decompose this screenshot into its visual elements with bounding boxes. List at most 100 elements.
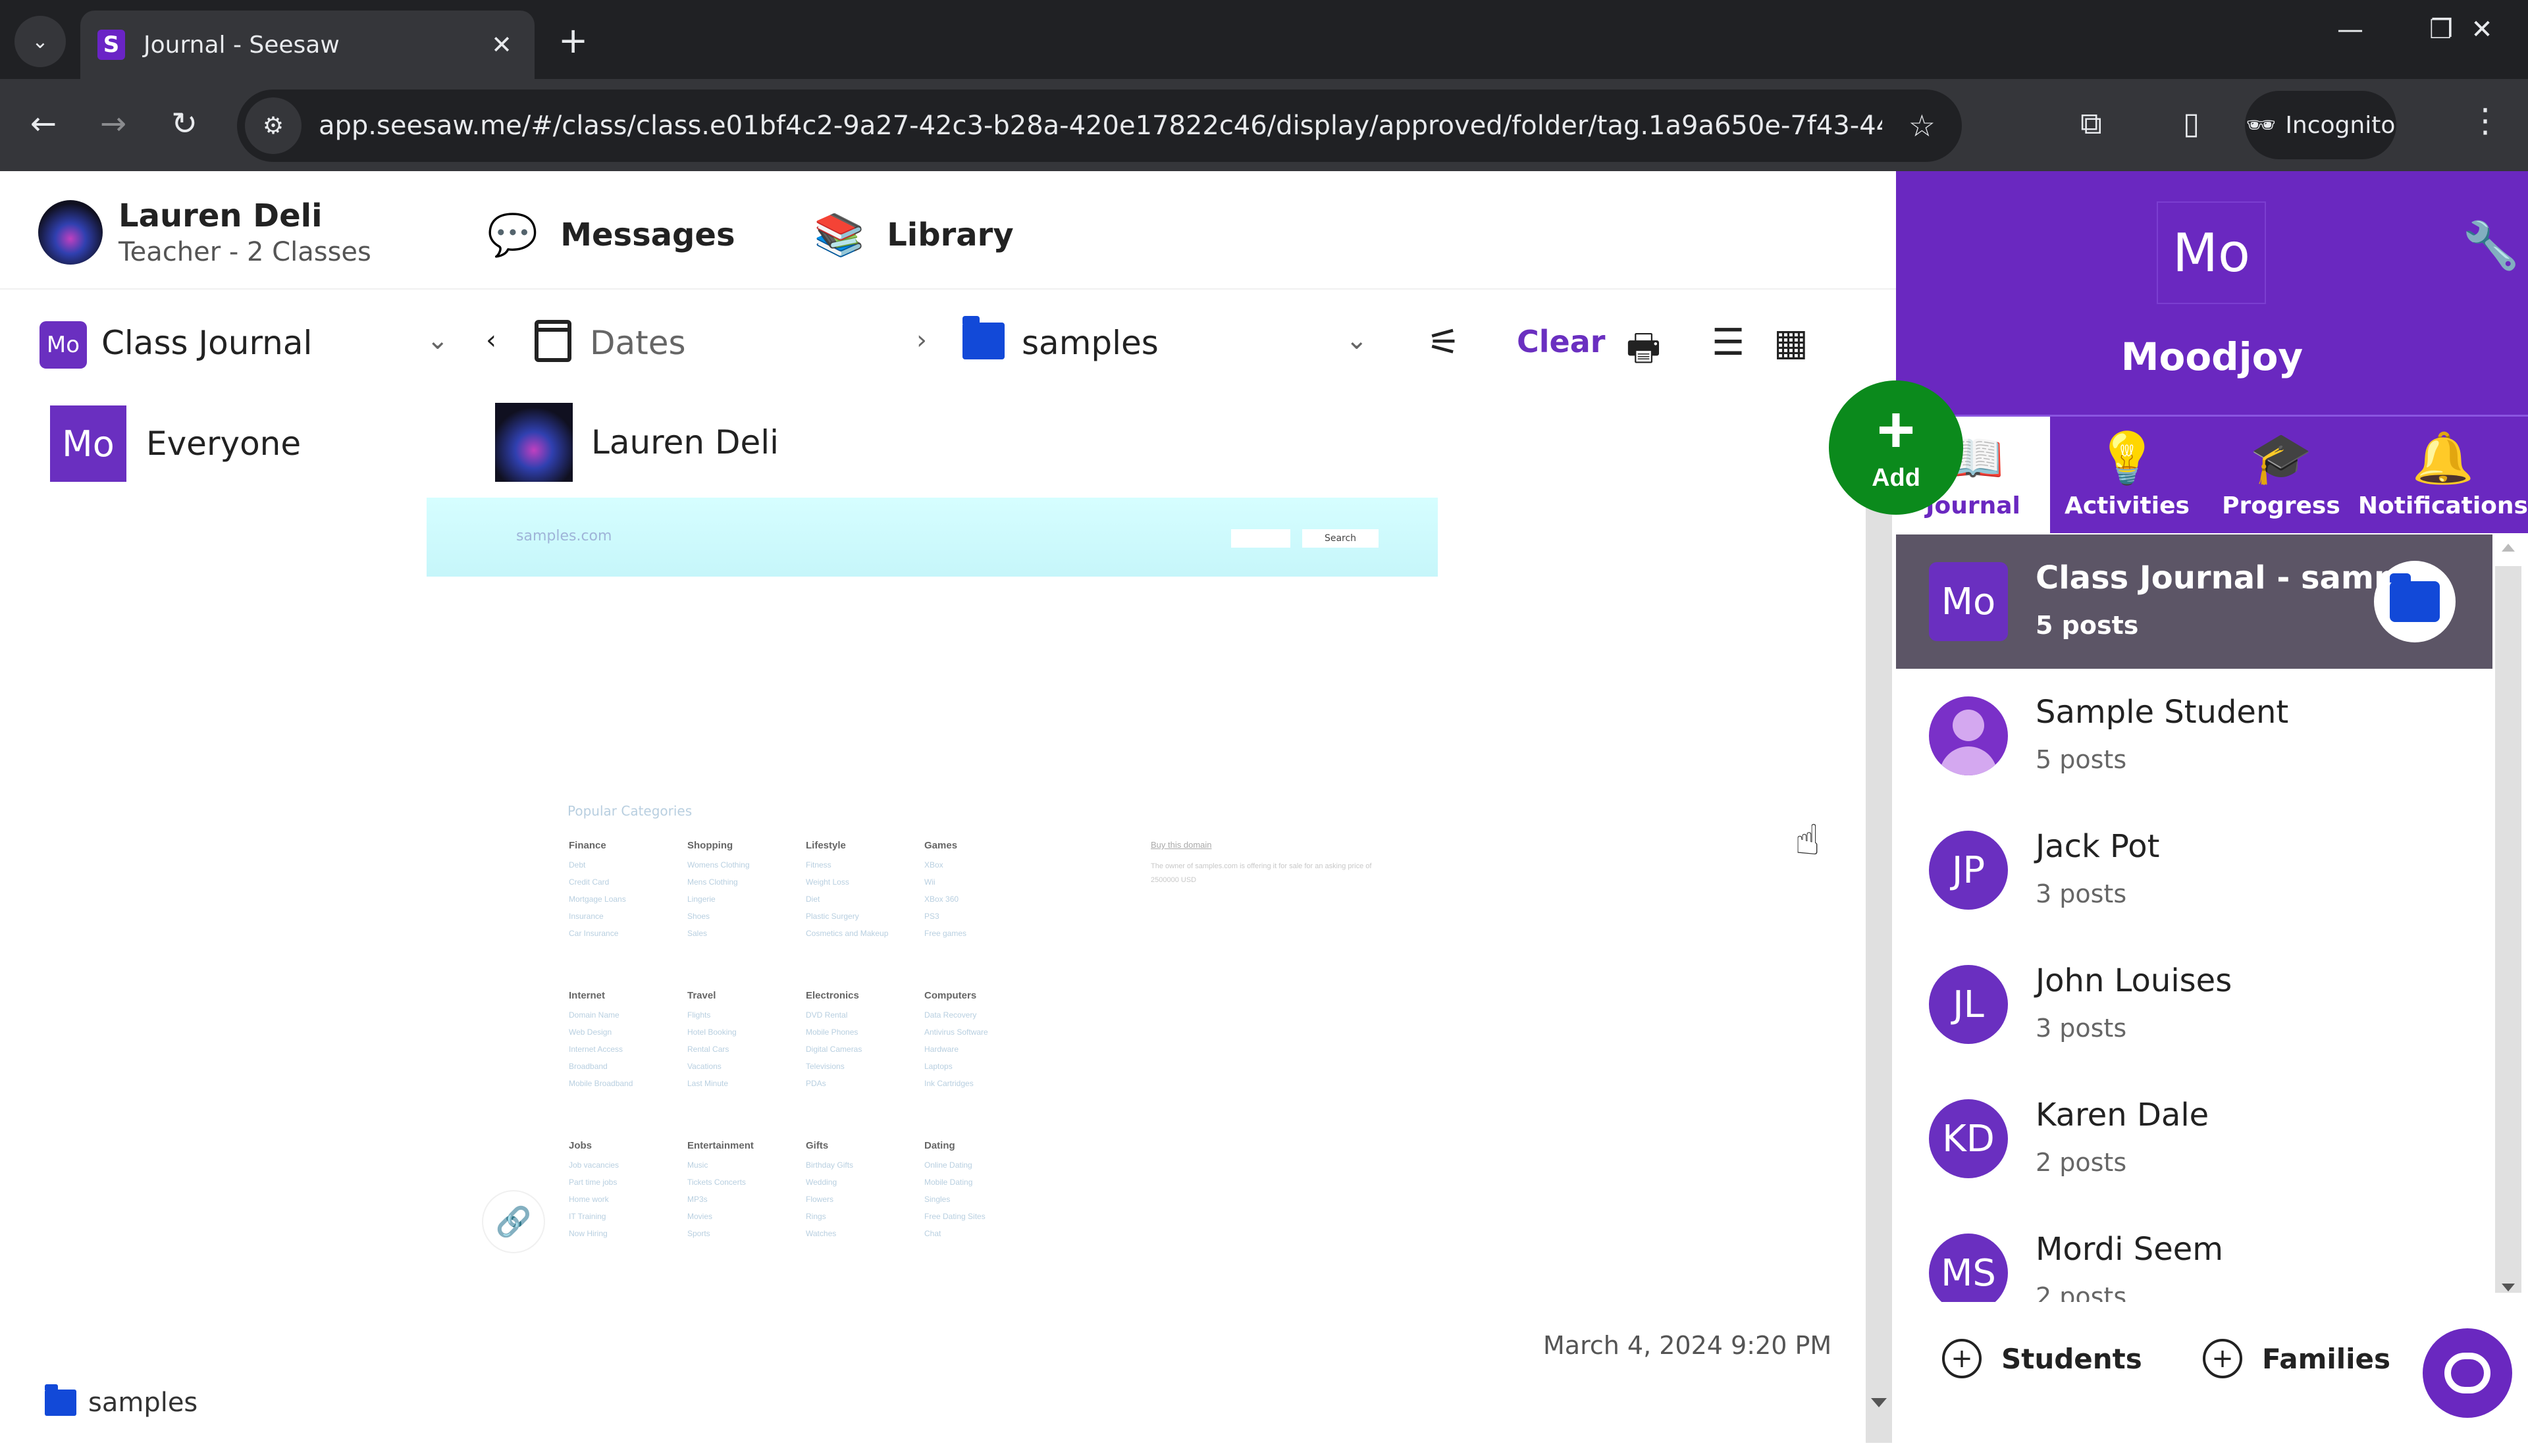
category-link: Data Recovery	[924, 1010, 977, 1020]
help-chat-button[interactable]	[2423, 1328, 2512, 1418]
profile-avatar[interactable]	[38, 200, 103, 265]
add-families-button[interactable]: + Families	[2203, 1339, 2390, 1378]
category-link: Job vacancies	[569, 1160, 619, 1170]
browser-menu-icon[interactable]: ⋮	[2469, 101, 2502, 140]
feed-scrollbar[interactable]	[1866, 421, 1892, 1443]
list-item-class-journal[interactable]: Mo Class Journal - samp 5 posts	[1896, 534, 2492, 669]
category-heading: Lifestyle	[806, 840, 846, 851]
list-item-posts: 5 posts	[2036, 611, 2139, 640]
books-icon: 📚	[814, 211, 865, 259]
bookmark-star-icon[interactable]: ☆	[1909, 108, 1936, 143]
wrench-icon[interactable]: 🔧	[2462, 219, 2519, 273]
category-link: Mens Clothing	[687, 877, 738, 887]
buy-domain-text: The owner of samples.com is offering it …	[1151, 862, 1372, 884]
plus-icon: +	[1876, 392, 1916, 467]
category-link: Web Design	[569, 1027, 612, 1037]
lightbulb-icon: 💡	[2095, 429, 2159, 487]
category-heading: Finance	[569, 840, 606, 851]
extensions-icon[interactable]: ⧉	[2080, 105, 2102, 142]
forward-button[interactable]: →	[92, 105, 134, 142]
class-selector[interactable]: Class Journal	[101, 324, 312, 362]
category-link: Tickets Concerts	[687, 1178, 746, 1187]
list-scroll-up[interactable]	[2502, 544, 2515, 552]
category-link: Diet	[806, 895, 820, 904]
category-link: Flights	[687, 1010, 711, 1020]
tab-close-icon[interactable]: ✕	[486, 30, 517, 59]
chevron-left-icon[interactable]: ‹	[486, 325, 496, 355]
category-link: Mobile Phones	[806, 1027, 858, 1037]
list-item-posts: 3 posts	[2036, 879, 2127, 908]
category-link: Mortgage Loans	[569, 895, 626, 904]
category-column: Lifestyle Fitness Weight Loss Diet Plastic S…	[806, 840, 924, 942]
url-text[interactable]: app.seesaw.me/#/class/class.e01bf4c2-9a2…	[319, 111, 1882, 141]
list-scroll-down[interactable]	[2502, 1284, 2515, 1291]
messages-link[interactable]: 💬 Messages	[487, 211, 735, 259]
category-link: Laptops	[924, 1062, 953, 1071]
tab-search-button[interactable]: ⌄	[14, 16, 66, 67]
category-link: Home work	[569, 1195, 609, 1204]
folder-filter[interactable]: samples	[1022, 324, 1159, 362]
incognito-indicator[interactable]: 🕶 Incognito	[2245, 91, 2396, 159]
category-heading: Electronics	[806, 990, 859, 1001]
chevron-down-icon[interactable]: ⌄	[1346, 325, 1368, 355]
preview-domain: samples.com	[516, 528, 612, 544]
folder-button[interactable]	[2374, 561, 2456, 642]
clear-filters-button[interactable]: Clear	[1517, 324, 1605, 359]
back-button[interactable]: ←	[22, 105, 65, 142]
calendar-view-icon[interactable]: ▦	[1774, 321, 1808, 364]
list-item-student[interactable]: JP Jack Pot 3 posts	[1896, 803, 2492, 937]
class-icon[interactable]: Mo	[2157, 201, 2266, 304]
list-item-student[interactable]: Sample Student 5 posts	[1896, 669, 2492, 803]
category-column: Dating Online Dating Mobile Dating Singles F…	[924, 1140, 1043, 1242]
plus-circle-icon: +	[1942, 1339, 1982, 1378]
post-folder-tag[interactable]: samples	[45, 1384, 198, 1418]
preview-banner: samples.com Search	[427, 498, 1438, 577]
chevron-down-icon[interactable]: ⌄	[427, 325, 449, 355]
category-link: MP3s	[687, 1195, 708, 1204]
site-info-icon[interactable]: ⚙	[245, 97, 302, 154]
minimize-button[interactable]: —	[2324, 14, 2377, 45]
add-post-button[interactable]: + Add	[1829, 380, 1963, 515]
close-window-button[interactable]: ✕	[2456, 14, 2508, 45]
category-link: Televisions	[806, 1062, 845, 1071]
list-item-student[interactable]: JL John Louises 3 posts	[1896, 937, 2492, 1072]
list-item-student[interactable]: KD Karen Dale 2 posts	[1896, 1072, 2492, 1206]
browser-tab-active[interactable]: S Journal - Seesaw ✕	[80, 11, 535, 79]
print-icon[interactable]: 🖶	[1626, 321, 1661, 384]
category-link: Now Hiring	[569, 1229, 608, 1238]
class-panel-footer: + Students + Families	[1896, 1302, 2528, 1422]
address-bar[interactable]: ⚙ app.seesaw.me/#/class/class.e01bf4c2-9…	[237, 90, 1962, 162]
category-link: Free games	[924, 929, 967, 938]
tab-notifications[interactable]: 🔔 Notifications	[2358, 417, 2528, 533]
reload-button[interactable]: ↻	[163, 105, 205, 142]
post-author-avatar	[495, 403, 573, 482]
link-button[interactable]: 🔗	[482, 1190, 545, 1253]
list-scrollbar[interactable]	[2495, 566, 2521, 1293]
filter-sliders-icon[interactable]: ⚟	[1427, 321, 1460, 364]
new-tab-button[interactable]: +	[558, 20, 588, 61]
library-link[interactable]: 📚 Library	[814, 211, 1014, 259]
list-view-icon[interactable]: ☰	[1712, 321, 1745, 364]
tab-activities[interactable]: 💡 Activities	[2050, 417, 2204, 533]
seesaw-favicon-icon: S	[97, 30, 125, 60]
tab-progress[interactable]: 🎓 Progress	[2204, 417, 2358, 533]
feed-scroll-down[interactable]	[1871, 1398, 1887, 1407]
dates-filter[interactable]: Dates	[590, 324, 686, 362]
category-link: Free Dating Sites	[924, 1212, 986, 1221]
folder-icon	[2390, 573, 2440, 622]
list-item-name: Jack Pot	[2036, 828, 2160, 865]
category-heading: Travel	[687, 990, 716, 1001]
side-panel-icon[interactable]: ▯	[2183, 105, 2199, 141]
bell-icon: 🔔	[2411, 429, 2475, 487]
category-link: PS3	[924, 912, 939, 921]
calendar-icon[interactable]	[535, 320, 571, 362]
category-link: Birthday Gifts	[806, 1160, 854, 1170]
chevron-right-icon[interactable]: ›	[916, 325, 927, 355]
category-link: Flowers	[806, 1195, 834, 1204]
list-item-name: John Louises	[2036, 962, 2232, 999]
filter-bar: Mo Class Journal ⌄ ‹ Dates › samples ⌄ ⚟…	[0, 303, 1896, 382]
category-link: Vacations	[687, 1062, 722, 1071]
category-link: PDAs	[806, 1079, 826, 1088]
profile-name[interactable]: Lauren Deli	[118, 197, 323, 234]
add-students-button[interactable]: + Students	[1942, 1339, 2142, 1378]
